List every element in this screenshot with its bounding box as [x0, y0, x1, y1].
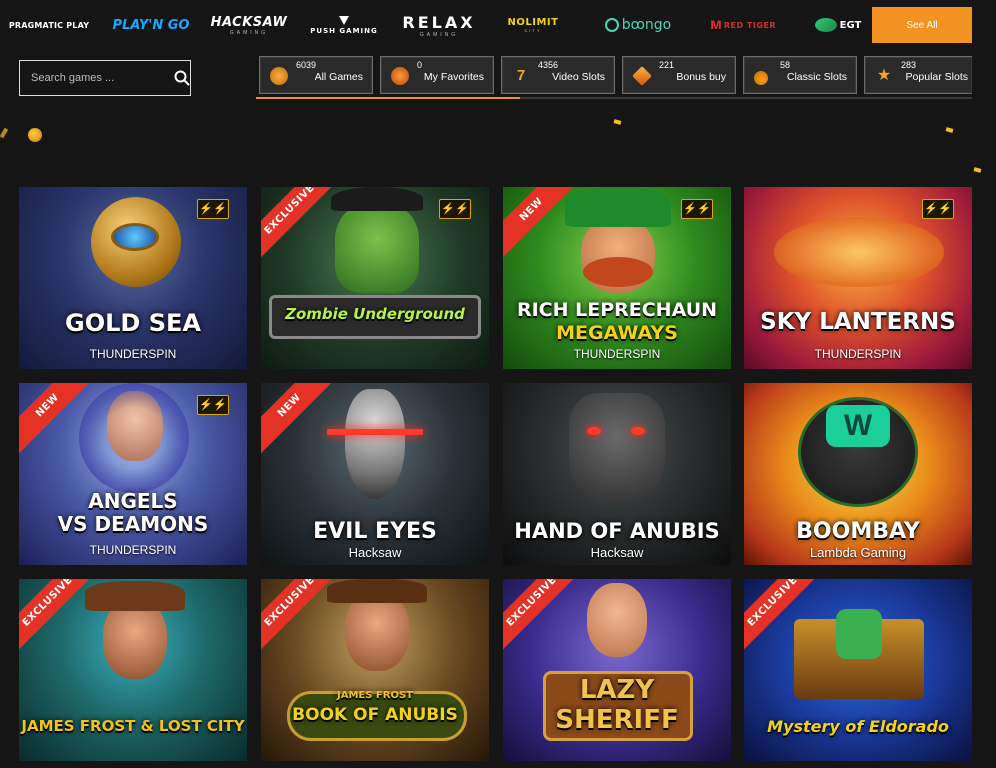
coin-icon	[28, 128, 42, 142]
game-tile-rich-leprechaun[interactable]: NEW ⚡⚡ RICH LEPRECHAUN MEGAWAYS THUNDERS…	[503, 187, 731, 369]
game-tile-hand-of-anubis[interactable]: HAND OF ANUBIS Hacksaw	[503, 383, 731, 565]
game-tile-boombay[interactable]: W BOOMBAY Lambda Gaming	[744, 383, 972, 565]
provider-booongo[interactable]: bꝏngo	[600, 12, 676, 38]
game-tile-evil-eyes[interactable]: NEW EVIL EYES Hacksaw	[261, 383, 489, 565]
new-badge: NEW	[261, 383, 337, 455]
see-all-button[interactable]: See All	[872, 7, 972, 43]
spark-decoration	[613, 119, 622, 125]
game-tile-book-of-anubis[interactable]: EXCLUSIVE JAMES FROST BOOK OF ANUBIS	[261, 579, 489, 761]
search-input[interactable]	[20, 72, 173, 84]
tab-popular-slots[interactable]: ★ 283 Popular Slots	[864, 56, 972, 94]
exclusive-badge: EXCLUSIVE	[503, 579, 579, 651]
spark-decoration	[973, 167, 982, 173]
star-icon: ★	[876, 67, 892, 84]
egt-logo-icon	[814, 18, 837, 32]
search-icon[interactable]	[173, 61, 190, 95]
spark-decoration	[0, 127, 9, 139]
tab-classic-slots[interactable]: 58 Classic Slots	[743, 56, 857, 94]
lightning-icon: ⚡⚡	[439, 199, 471, 219]
provider-nolimit[interactable]: NOLIMIT CITY	[508, 12, 558, 38]
game-tile-james-frost-lost-city[interactable]: EXCLUSIVE JAMES FROST & LOST CITY	[19, 579, 247, 761]
push-logo-icon	[339, 15, 349, 25]
booongo-logo-icon	[604, 18, 619, 32]
lightning-icon: ⚡⚡	[681, 199, 713, 219]
game-tile-lazy-sheriff[interactable]: EXCLUSIVE LAZY SHERIFF	[503, 579, 731, 761]
new-badge: NEW	[19, 383, 95, 455]
search-box	[19, 60, 191, 96]
exclusive-badge: EXCLUSIVE	[261, 187, 337, 259]
red-tiger-logo-icon: ᴍ	[709, 16, 722, 33]
provider-hacksaw[interactable]: HACKSAW GAMING	[211, 12, 287, 38]
provider-playngo[interactable]: PLAY'N GO	[113, 12, 190, 38]
provider-egt[interactable]: EGT	[812, 12, 864, 38]
tab-my-favorites[interactable]: 0 My Favorites	[380, 56, 494, 94]
provider-push-gaming[interactable]: PUSH GAMING	[310, 12, 377, 38]
exclusive-badge: EXCLUSIVE	[261, 579, 337, 651]
provider-pragmatic-play[interactable]: PRAGMATIC PLAY	[9, 12, 89, 38]
game-tile-sky-lanterns[interactable]: ⚡⚡ SKY LANTERNS THUNDERSPIN	[744, 187, 972, 369]
seven-icon: 7	[516, 67, 526, 84]
cherry-icon	[754, 71, 768, 85]
new-badge: NEW	[503, 187, 579, 259]
lightning-icon: ⚡⚡	[197, 199, 229, 219]
game-tile-gold-sea[interactable]: ⚡⚡ GOLD SEA THUNDERSPIN	[19, 187, 247, 369]
game-tile-zombie-underground[interactable]: EXCLUSIVE ⚡⚡ Zombie Underground	[261, 187, 489, 369]
lightning-icon: ⚡⚡	[922, 199, 954, 219]
provider-bar: PRAGMATIC PLAY PLAY'N GO HACKSAW GAMING …	[0, 0, 996, 50]
exclusive-badge: EXCLUSIVE	[19, 579, 95, 651]
heart-icon	[391, 67, 409, 85]
lightning-icon: ⚡⚡	[197, 395, 229, 415]
tab-video-slots[interactable]: 7 4356 Video Slots	[501, 56, 615, 94]
active-tab-indicator	[256, 97, 520, 99]
spark-decoration	[945, 127, 954, 133]
provider-red-tiger[interactable]: ᴍ RED TIGER	[710, 12, 776, 38]
tab-bonus-buy[interactable]: 221 Bonus buy	[622, 56, 736, 94]
exclusive-badge: EXCLUSIVE	[744, 579, 820, 651]
sun-icon	[270, 67, 288, 85]
diamond-icon	[632, 66, 652, 86]
game-tile-angels-vs-deamons[interactable]: NEW ⚡⚡ ANGELS VS DEAMONS THUNDERSPIN	[19, 383, 247, 565]
tab-all-games[interactable]: 6039 All Games	[259, 56, 373, 94]
game-tile-mystery-of-eldorado[interactable]: EXCLUSIVE Mystery of Eldorado	[744, 579, 972, 761]
provider-relax[interactable]: RELAX GAMING	[402, 12, 472, 38]
